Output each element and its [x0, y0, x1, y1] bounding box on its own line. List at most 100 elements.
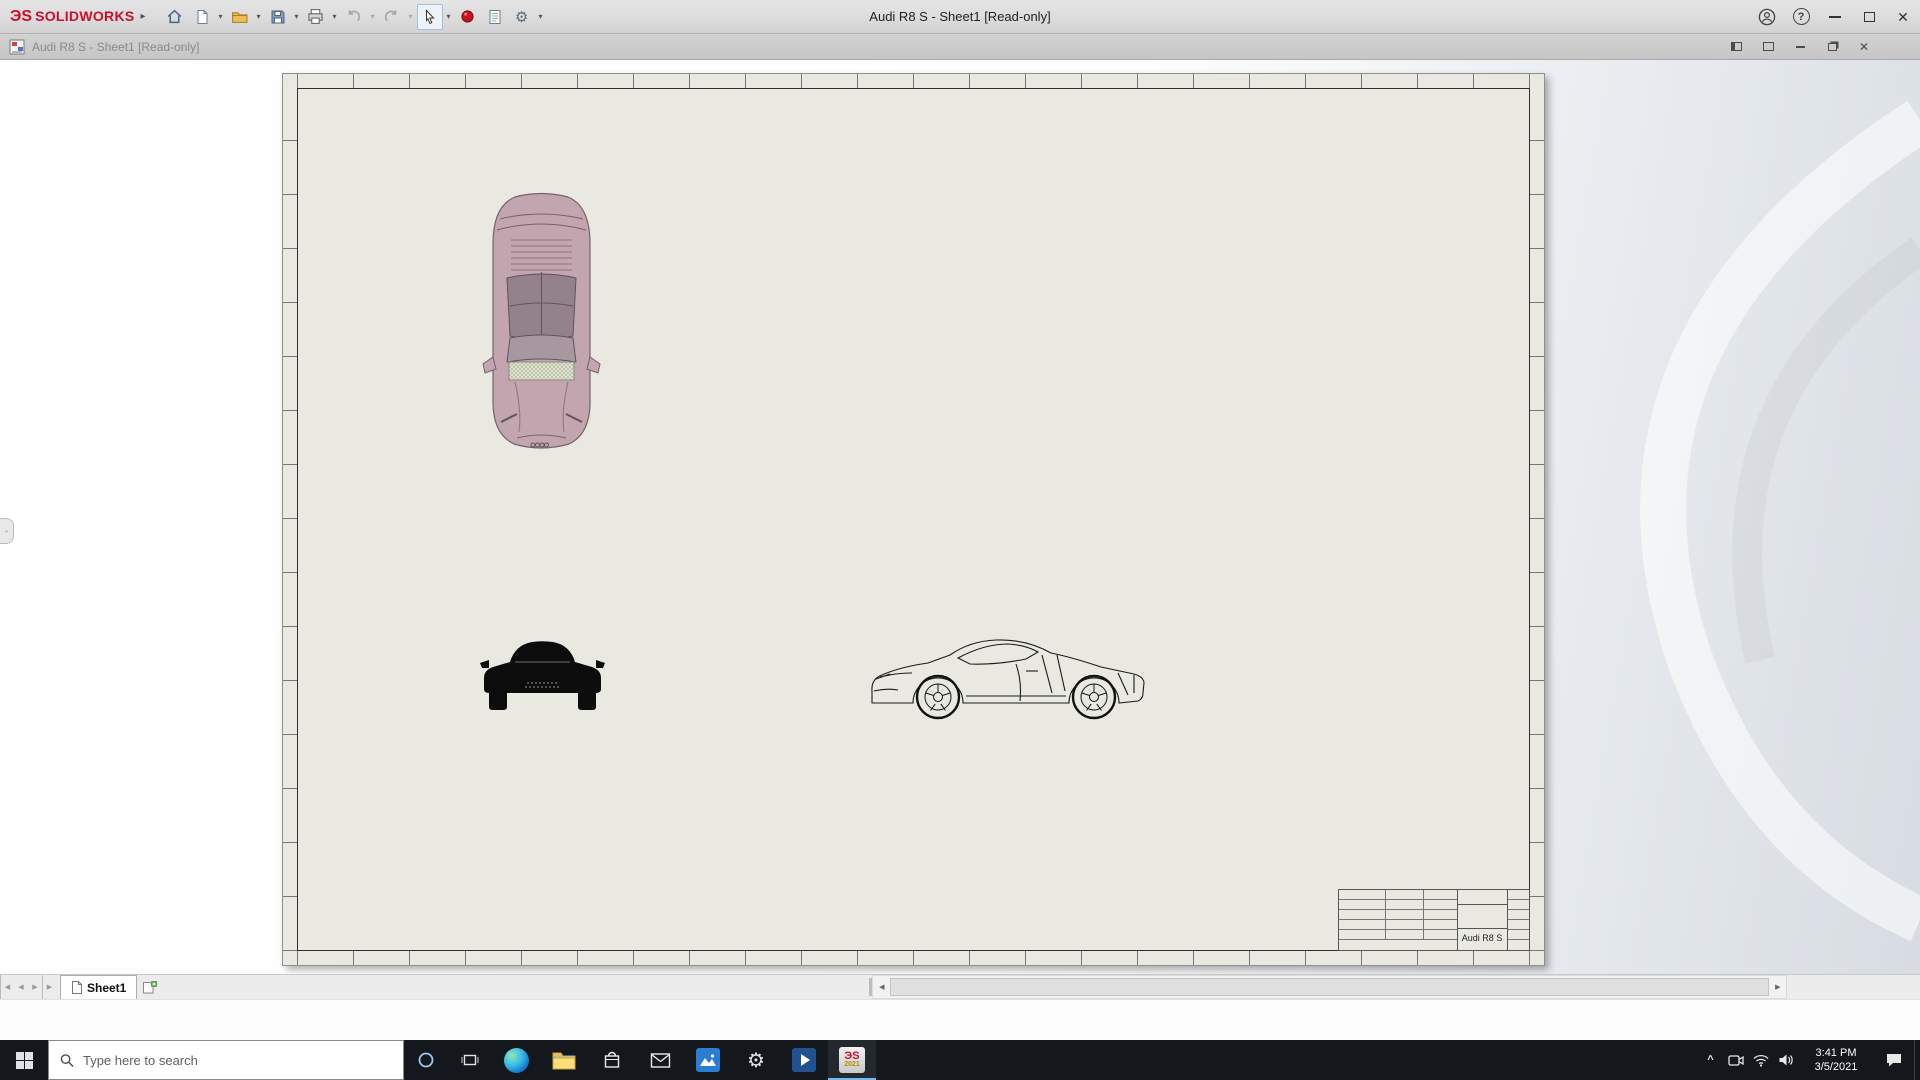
meet-now-button[interactable]	[1723, 1040, 1748, 1080]
print-dropdown-caret-icon[interactable]: ▾	[330, 12, 340, 21]
file-explorer-button[interactable]	[540, 1040, 588, 1080]
scroll-right-icon: ▶	[1775, 984, 1781, 991]
cascade-windows-button[interactable]	[1752, 36, 1784, 58]
chevron-up-icon: ^	[1707, 1054, 1714, 1066]
minimize-button[interactable]	[1818, 0, 1852, 34]
car-front-silhouette	[484, 641, 601, 710]
cortana-button[interactable]	[404, 1040, 448, 1080]
first-sheet-icon: ◀	[4, 984, 11, 991]
drawing-view-top[interactable]	[477, 186, 606, 458]
document-window-controls: ✕	[1720, 36, 1880, 58]
home-button[interactable]	[162, 4, 188, 30]
notification-bubble-icon	[1887, 1054, 1901, 1067]
print-button[interactable]	[303, 4, 329, 30]
new-document-icon	[197, 9, 208, 24]
select-dropdown-caret-icon[interactable]: ▾	[444, 12, 454, 21]
undo-icon	[348, 10, 361, 22]
sheet-tab-sheet1[interactable]: Sheet1	[60, 975, 138, 999]
new-dropdown-caret-icon[interactable]: ▾	[216, 12, 226, 21]
drawing-view-side[interactable]	[866, 633, 1147, 723]
volume-button[interactable]	[1773, 1040, 1798, 1080]
redo-dropdown-caret-icon[interactable]: ▾	[406, 12, 416, 21]
red-ball-button[interactable]	[455, 4, 481, 30]
hidden-icons-button[interactable]: ^	[1698, 1040, 1723, 1080]
titlebar-right-controls: ? ✕	[1750, 0, 1920, 33]
car-windshield	[506, 334, 577, 363]
drawing-sheet[interactable]: Audi R8 S	[282, 73, 1545, 966]
horizontal-scrollbar[interactable]: ◀ ▶	[872, 975, 1788, 999]
search-input[interactable]	[82, 1052, 392, 1068]
show-desktop-button[interactable]	[1914, 1040, 1920, 1080]
mail-button[interactable]	[636, 1040, 684, 1080]
photos-button[interactable]	[684, 1040, 732, 1080]
solidworks-logo: ЭS SOLIDWORKS	[0, 8, 141, 26]
add-sheet-button[interactable]	[137, 975, 163, 999]
3ds-logo-icon: ЭS	[10, 7, 33, 25]
document-restore-button[interactable]	[1816, 36, 1848, 58]
action-center-button[interactable]	[1874, 1040, 1914, 1080]
help-icon: ?	[1792, 8, 1810, 25]
settings-button[interactable]: ⚙	[732, 1040, 780, 1080]
menu-flyout-arrow-icon[interactable]: ▸	[141, 11, 146, 22]
first-sheet-button[interactable]: ◀	[0, 975, 14, 999]
cascade-windows-icon	[1762, 42, 1774, 51]
tab-area-filler	[163, 975, 869, 999]
document-close-icon: ✕	[1858, 39, 1870, 54]
scroll-left-icon: ◀	[879, 984, 885, 991]
scroll-left-button[interactable]: ◀	[873, 976, 891, 998]
start-button[interactable]	[0, 1040, 48, 1080]
title-block-line	[1457, 904, 1507, 905]
document-title: Audi R8 S - Sheet1 [Read-only]	[32, 39, 200, 54]
close-button[interactable]: ✕	[1886, 0, 1920, 34]
graphics-area[interactable]: ◦ Audi R8 S	[0, 60, 1920, 974]
close-icon: ✕	[1897, 8, 1909, 25]
next-sheet-icon: ▶	[32, 984, 38, 991]
open-dropdown-caret-icon[interactable]: ▾	[254, 12, 264, 21]
undo-button[interactable]	[341, 4, 367, 30]
drawing-view-front[interactable]	[480, 632, 605, 718]
maximize-icon	[1863, 11, 1875, 22]
document-close-button[interactable]: ✕	[1848, 36, 1880, 58]
options-gear-icon: ⚙	[514, 8, 529, 26]
add-sheet-icon	[143, 980, 158, 993]
open-button[interactable]	[227, 4, 253, 30]
store-button[interactable]	[588, 1040, 636, 1080]
tile-windows-button[interactable]	[1720, 36, 1752, 58]
previous-sheet-button[interactable]: ◀	[14, 975, 28, 999]
quick-access-toolbar: ▾ ▾ ▾ ▾ ▾ ▾ ▾ ⚙ ▾	[162, 3, 546, 30]
app-titlebar: ЭS SOLIDWORKS ▸ ▾ ▾ ▾ ▾ ▾ ▾ ▾ ⚙ ▾ Audi R…	[0, 0, 1920, 34]
file-properties-button[interactable]	[482, 4, 508, 30]
options-dropdown-caret-icon[interactable]: ▾	[536, 12, 546, 21]
options-button[interactable]: ⚙	[509, 4, 535, 30]
front-left-mirror	[480, 660, 489, 668]
redo-button[interactable]	[379, 4, 405, 30]
account-button[interactable]	[1750, 0, 1784, 34]
title-block-line	[1385, 890, 1386, 940]
network-button[interactable]	[1748, 1040, 1773, 1080]
last-sheet-button[interactable]: ▶	[42, 975, 56, 999]
save-icon	[271, 10, 285, 23]
new-document-button[interactable]	[189, 4, 215, 30]
taskbar-search-box[interactable]	[48, 1040, 404, 1080]
taskbar-spacer	[876, 1040, 1698, 1080]
help-button[interactable]: ?	[1784, 0, 1818, 34]
save-button[interactable]	[265, 4, 291, 30]
featuremanager-flyout-tab[interactable]: ◦	[0, 518, 14, 544]
solidworks-taskbar-button[interactable]: ЭS 2021	[828, 1040, 876, 1080]
movies-button[interactable]	[780, 1040, 828, 1080]
task-view-button[interactable]	[448, 1040, 492, 1080]
maximize-button[interactable]	[1852, 0, 1886, 34]
taskbar-clock[interactable]: 3:41 PM 3/5/2021	[1798, 1040, 1874, 1080]
select-tool-button[interactable]	[416, 3, 443, 30]
undo-dropdown-caret-icon[interactable]: ▾	[368, 12, 378, 21]
document-minimize-button[interactable]	[1784, 36, 1816, 58]
save-dropdown-caret-icon[interactable]: ▾	[292, 12, 302, 21]
scroll-right-button[interactable]: ▶	[1769, 976, 1787, 998]
document-titlebar: Audi R8 S - Sheet1 [Read-only] ✕	[0, 34, 1920, 60]
edge-button[interactable]	[492, 1040, 540, 1080]
horizontal-scrollbar-thumb[interactable]	[890, 978, 1770, 996]
zone-ticks-top	[297, 74, 1530, 88]
zone-ticks-right	[1530, 88, 1544, 951]
mail-envelope-icon	[650, 1052, 670, 1068]
next-sheet-button[interactable]: ▶	[28, 975, 42, 999]
